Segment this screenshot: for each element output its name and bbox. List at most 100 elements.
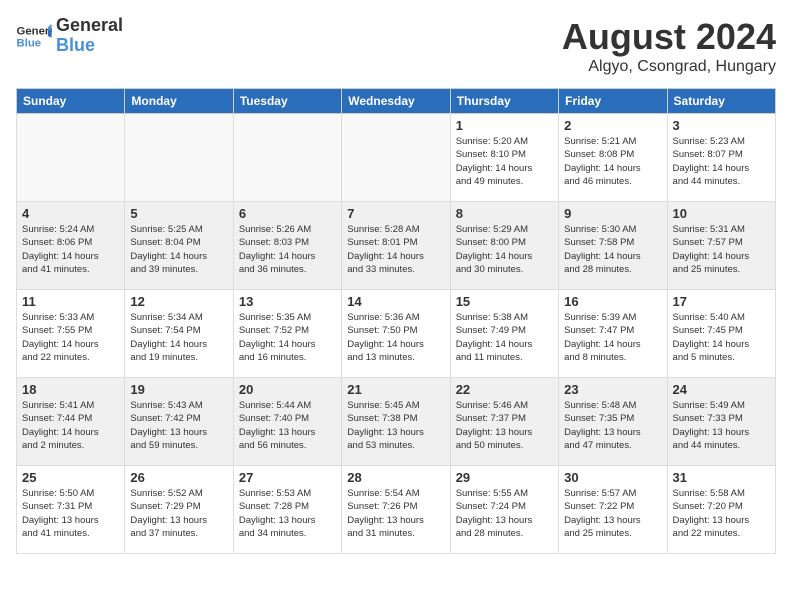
calendar-cell: 28 Sunrise: 5:54 AM Sunset: 7:26 PM Dayli… — [342, 466, 450, 554]
day-info: Sunrise: 5:34 AM Sunset: 7:54 PM Dayligh… — [130, 311, 227, 364]
calendar-cell: 22Sunrise: 5:46 AM Sunset: 7:37 PM Dayli… — [450, 378, 558, 466]
day-number: 12 — [130, 294, 227, 309]
day-number: 8 — [456, 206, 553, 221]
day-number: 19 — [130, 382, 227, 397]
calendar-cell: 13Sunrise: 5:35 AM Sunset: 7:52 PM Dayli… — [233, 290, 341, 378]
weekday-header-tuesday: Tuesday — [233, 89, 341, 114]
calendar-header-row: SundayMondayTuesdayWednesdayThursdayFrid… — [17, 89, 776, 114]
calendar-cell: 18Sunrise: 5:41 AM Sunset: 7:44 PM Dayli… — [17, 378, 125, 466]
day-info: Sunrise: 5:40 AM Sunset: 7:45 PM Dayligh… — [673, 311, 770, 364]
calendar-cell: 26 Sunrise: 5:52 AM Sunset: 7:29 PM Dayli… — [125, 466, 233, 554]
calendar-cell: 14Sunrise: 5:36 AM Sunset: 7:50 PM Dayli… — [342, 290, 450, 378]
calendar-cell: 15 Sunrise: 5:38 AM Sunset: 7:49 PM Dayli… — [450, 290, 558, 378]
day-info: Sunrise: 5:54 AM Sunset: 7:26 PM Dayligh… — [347, 487, 444, 540]
calendar-week-row: 11 Sunrise: 5:33 AM Sunset: 7:55 PM Dayli… — [17, 290, 776, 378]
day-number: 10 — [673, 206, 770, 221]
day-number: 23 — [564, 382, 661, 397]
logo-icon: General Blue — [16, 22, 52, 50]
calendar-cell: 6Sunrise: 5:26 AM Sunset: 8:03 PM Daylig… — [233, 202, 341, 290]
day-number: 5 — [130, 206, 227, 221]
calendar-cell: 31 Sunrise: 5:58 AM Sunset: 7:20 PM Dayli… — [667, 466, 775, 554]
weekday-header-sunday: Sunday — [17, 89, 125, 114]
calendar-cell: 5 Sunrise: 5:25 AM Sunset: 8:04 PM Daylig… — [125, 202, 233, 290]
calendar-cell: 12 Sunrise: 5:34 AM Sunset: 7:54 PM Dayli… — [125, 290, 233, 378]
calendar-cell: 16 Sunrise: 5:39 AM Sunset: 7:47 PM Dayli… — [559, 290, 667, 378]
weekday-header-thursday: Thursday — [450, 89, 558, 114]
day-number: 11 — [22, 294, 119, 309]
calendar-table: SundayMondayTuesdayWednesdayThursdayFrid… — [16, 88, 776, 554]
day-info: Sunrise: 5:30 AM Sunset: 7:58 PM Dayligh… — [564, 223, 661, 276]
day-number: 26 — [130, 470, 227, 485]
day-info: Sunrise: 5:29 AM Sunset: 8:00 PM Dayligh… — [456, 223, 553, 276]
calendar-cell: 10 Sunrise: 5:31 AM Sunset: 7:57 PM Dayli… — [667, 202, 775, 290]
day-info: Sunrise: 5:46 AM Sunset: 7:37 PM Dayligh… — [456, 399, 553, 452]
svg-text:General: General — [17, 25, 53, 37]
day-number: 21 — [347, 382, 444, 397]
day-number: 15 — [456, 294, 553, 309]
day-info: Sunrise: 5:58 AM Sunset: 7:20 PM Dayligh… — [673, 487, 770, 540]
day-info: Sunrise: 5:26 AM Sunset: 8:03 PM Dayligh… — [239, 223, 336, 276]
weekday-header-monday: Monday — [125, 89, 233, 114]
day-info: Sunrise: 5:28 AM Sunset: 8:01 PM Dayligh… — [347, 223, 444, 276]
day-info: Sunrise: 5:21 AM Sunset: 8:08 PM Dayligh… — [564, 135, 661, 188]
title-block: August 2024 Algyo, Csongrad, Hungary — [562, 16, 776, 76]
page-header: General Blue General Blue August 2024 Al… — [16, 16, 776, 76]
logo-text: General Blue — [56, 16, 123, 56]
calendar-cell: 2Sunrise: 5:21 AM Sunset: 8:08 PM Daylig… — [559, 114, 667, 202]
day-info: Sunrise: 5:55 AM Sunset: 7:24 PM Dayligh… — [456, 487, 553, 540]
day-info: Sunrise: 5:41 AM Sunset: 7:44 PM Dayligh… — [22, 399, 119, 452]
day-info: Sunrise: 5:31 AM Sunset: 7:57 PM Dayligh… — [673, 223, 770, 276]
day-info: Sunrise: 5:38 AM Sunset: 7:49 PM Dayligh… — [456, 311, 553, 364]
day-number: 7 — [347, 206, 444, 221]
day-info: Sunrise: 5:52 AM Sunset: 7:29 PM Dayligh… — [130, 487, 227, 540]
weekday-header-wednesday: Wednesday — [342, 89, 450, 114]
day-number: 24 — [673, 382, 770, 397]
day-number: 1 — [456, 118, 553, 133]
weekday-header-friday: Friday — [559, 89, 667, 114]
day-info: Sunrise: 5:57 AM Sunset: 7:22 PM Dayligh… — [564, 487, 661, 540]
day-number: 16 — [564, 294, 661, 309]
day-info: Sunrise: 5:49 AM Sunset: 7:33 PM Dayligh… — [673, 399, 770, 452]
weekday-header-saturday: Saturday — [667, 89, 775, 114]
calendar-cell: 20 Sunrise: 5:44 AM Sunset: 7:40 PM Dayli… — [233, 378, 341, 466]
calendar-cell — [342, 114, 450, 202]
calendar-cell: 11 Sunrise: 5:33 AM Sunset: 7:55 PM Dayli… — [17, 290, 125, 378]
calendar-week-row: 4Sunrise: 5:24 AM Sunset: 8:06 PM Daylig… — [17, 202, 776, 290]
calendar-cell: 24 Sunrise: 5:49 AM Sunset: 7:33 PM Dayli… — [667, 378, 775, 466]
day-info: Sunrise: 5:25 AM Sunset: 8:04 PM Dayligh… — [130, 223, 227, 276]
calendar-cell: 21 Sunrise: 5:45 AM Sunset: 7:38 PM Dayli… — [342, 378, 450, 466]
calendar-cell: 8 Sunrise: 5:29 AM Sunset: 8:00 PM Daylig… — [450, 202, 558, 290]
day-number: 13 — [239, 294, 336, 309]
day-info: Sunrise: 5:45 AM Sunset: 7:38 PM Dayligh… — [347, 399, 444, 452]
day-number: 28 — [347, 470, 444, 485]
day-info: Sunrise: 5:36 AM Sunset: 7:50 PM Dayligh… — [347, 311, 444, 364]
day-info: Sunrise: 5:53 AM Sunset: 7:28 PM Dayligh… — [239, 487, 336, 540]
day-number: 29 — [456, 470, 553, 485]
day-info: Sunrise: 5:44 AM Sunset: 7:40 PM Dayligh… — [239, 399, 336, 452]
calendar-cell: 27 Sunrise: 5:53 AM Sunset: 7:28 PM Dayli… — [233, 466, 341, 554]
calendar-cell: 29 Sunrise: 5:55 AM Sunset: 7:24 PM Dayli… — [450, 466, 558, 554]
calendar-cell: 30 Sunrise: 5:57 AM Sunset: 7:22 PM Dayli… — [559, 466, 667, 554]
calendar-week-row: 25 Sunrise: 5:50 AM Sunset: 7:31 PM Dayli… — [17, 466, 776, 554]
day-info: Sunrise: 5:23 AM Sunset: 8:07 PM Dayligh… — [673, 135, 770, 188]
calendar-cell: 23Sunrise: 5:48 AM Sunset: 7:35 PM Dayli… — [559, 378, 667, 466]
day-info: Sunrise: 5:33 AM Sunset: 7:55 PM Dayligh… — [22, 311, 119, 364]
day-number: 25 — [22, 470, 119, 485]
calendar-cell — [125, 114, 233, 202]
calendar-cell: 1Sunrise: 5:20 AM Sunset: 8:10 PM Daylig… — [450, 114, 558, 202]
calendar-cell: 25 Sunrise: 5:50 AM Sunset: 7:31 PM Dayli… — [17, 466, 125, 554]
day-number: 17 — [673, 294, 770, 309]
calendar-cell: 17 Sunrise: 5:40 AM Sunset: 7:45 PM Dayli… — [667, 290, 775, 378]
day-info: Sunrise: 5:24 AM Sunset: 8:06 PM Dayligh… — [22, 223, 119, 276]
day-number: 20 — [239, 382, 336, 397]
calendar-title: August 2024 — [562, 16, 776, 58]
calendar-subtitle: Algyo, Csongrad, Hungary — [562, 58, 776, 76]
day-number: 27 — [239, 470, 336, 485]
day-number: 30 — [564, 470, 661, 485]
day-info: Sunrise: 5:39 AM Sunset: 7:47 PM Dayligh… — [564, 311, 661, 364]
day-info: Sunrise: 5:50 AM Sunset: 7:31 PM Dayligh… — [22, 487, 119, 540]
logo: General Blue General Blue — [16, 16, 123, 56]
day-number: 3 — [673, 118, 770, 133]
calendar-cell — [233, 114, 341, 202]
day-number: 31 — [673, 470, 770, 485]
